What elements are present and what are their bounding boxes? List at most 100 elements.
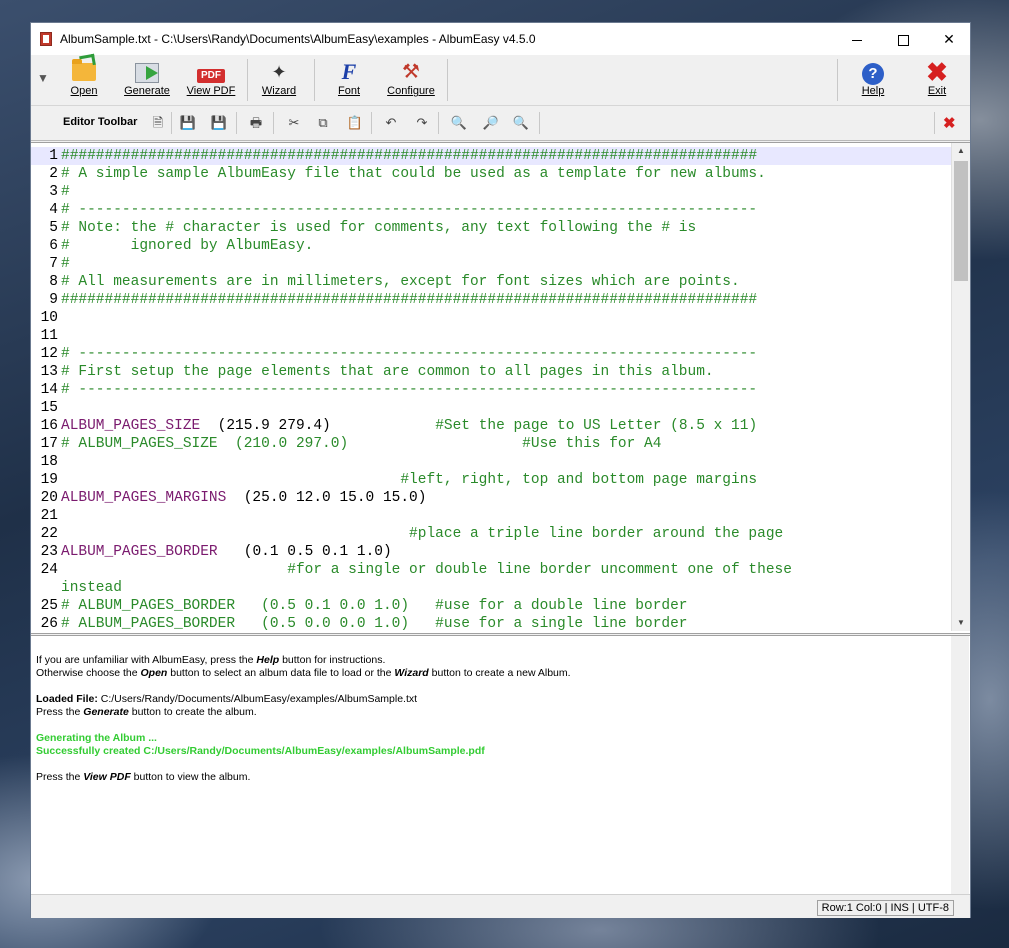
- redo-icon[interactable]: ↷: [413, 114, 431, 132]
- scrollbar-thumb[interactable]: [954, 161, 968, 281]
- title-bar: AlbumSample.txt - C:\Users\Randy\Documen…: [31, 23, 970, 55]
- code-line[interactable]: instead: [31, 579, 951, 597]
- minimize-button[interactable]: [834, 23, 880, 55]
- code-line[interactable]: 5 # Note: the # character is used for com…: [31, 219, 951, 237]
- comment-token: ########################################…: [61, 148, 758, 164]
- main-toolbar: ▼ Open Generate PDF View PDF ✦ Wizard F …: [31, 55, 970, 106]
- comment-token: # ALBUM_PAGES_BORDER (0.5 0.0 0.0 1.0) #…: [61, 616, 688, 631]
- code-line[interactable]: 3 #: [31, 183, 951, 201]
- line-number: 9: [49, 292, 58, 308]
- line-number: 1: [49, 148, 58, 164]
- code-line[interactable]: 21: [31, 507, 951, 525]
- print-icon[interactable]: 🖶: [247, 114, 265, 132]
- code-line[interactable]: 9 #######################################…: [31, 291, 951, 309]
- exit-button[interactable]: ✖ Exit: [915, 59, 959, 103]
- comment-token: # --------------------------------------…: [61, 382, 758, 398]
- code-line[interactable]: 20 ALBUM_PAGES_MARGINS (25.0 12.0 15.0 15…: [31, 489, 951, 507]
- code-line[interactable]: 12 # ------------------------------------…: [31, 345, 951, 363]
- magic-wand-icon: ✦: [271, 62, 287, 82]
- code-line[interactable]: 23 ALBUM_PAGES_BORDER (0.1 0.5 0.1 1.0): [31, 543, 951, 561]
- line-number: 17: [40, 436, 58, 452]
- open-button[interactable]: Open: [65, 59, 103, 103]
- scroll-up-icon[interactable]: ▲: [952, 143, 970, 159]
- comment-token: #: [61, 184, 70, 200]
- code-line[interactable]: 8 # All measurements are in millimeters, …: [31, 273, 951, 291]
- comment-token: #left, right, top and bottom page margin…: [61, 472, 758, 488]
- comment-token: #for a single or double line border unco…: [61, 562, 792, 578]
- comment-token: #place a triple line border around the p…: [61, 526, 784, 542]
- code-line[interactable]: 24 #for a single or double line border u…: [31, 561, 951, 579]
- editor-toolbar-separator: [371, 112, 372, 134]
- toolbar-separator: [247, 59, 248, 101]
- save-icon[interactable]: 💾: [179, 114, 197, 132]
- replace-icon[interactable]: 🔍: [512, 114, 530, 132]
- find-icon[interactable]: 🔍: [450, 114, 468, 132]
- editor-toolbar-separator: [934, 112, 935, 134]
- find-next-icon[interactable]: 🔎: [482, 114, 500, 132]
- editor-toolbar: Editor Toolbar 🗎 💾 💾 🖶 ✂ ⧉ 📋 ↶ ↷ 🔍 🔎 🔍 ✖: [31, 106, 970, 141]
- comment-token: # Note: the # character is used for comm…: [61, 220, 697, 236]
- font-button[interactable]: F Font: [331, 59, 367, 103]
- line-number: 22: [40, 526, 58, 542]
- code-line[interactable]: 15: [31, 399, 951, 417]
- line-number: 16: [40, 418, 58, 434]
- code-line[interactable]: 1 #######################################…: [31, 147, 951, 165]
- editor-toolbar-separator: [539, 112, 540, 134]
- code-line[interactable]: 18: [31, 453, 951, 471]
- code-line[interactable]: 4 # -------------------------------------…: [31, 201, 951, 219]
- editor-toolbar-label: Editor Toolbar: [63, 116, 138, 128]
- code-line[interactable]: 6 # ignored by AlbumEasy.: [31, 237, 951, 255]
- view-pdf-label: View PDF: [186, 85, 236, 97]
- copy-icon[interactable]: ⧉: [314, 114, 332, 132]
- save-as-icon[interactable]: 💾: [210, 114, 228, 132]
- maximize-button[interactable]: [880, 23, 926, 55]
- new-file-icon[interactable]: 🗎: [149, 114, 167, 132]
- wrench-icon: ⚒: [402, 61, 420, 83]
- configure-button[interactable]: ⚒ Configure: [381, 59, 441, 103]
- code-line[interactable]: 26 # ALBUM_PAGES_BORDER (0.5 0.0 0.0 1.0)…: [31, 615, 951, 631]
- line-number: 13: [40, 364, 58, 380]
- comment-token: # A simple sample AlbumEasy file that co…: [61, 166, 766, 182]
- line-number: 11: [40, 328, 58, 344]
- code-line[interactable]: 14 # ------------------------------------…: [31, 381, 951, 399]
- code-line[interactable]: 17 # ALBUM_PAGES_SIZE (210.0 297.0) #Use …: [31, 435, 951, 453]
- cut-icon[interactable]: ✂: [285, 114, 303, 132]
- view-pdf-button[interactable]: PDF View PDF: [184, 59, 238, 103]
- code-line[interactable]: 16 ALBUM_PAGES_SIZE (215.9 279.4) #Set th…: [31, 417, 951, 435]
- line-number: 3: [49, 184, 58, 200]
- code-editor[interactable]: 1 #######################################…: [31, 142, 970, 634]
- keyword-token: ALBUM_PAGES_SIZE: [61, 418, 201, 434]
- message-scrollbar[interactable]: [951, 636, 969, 894]
- close-editor-toolbar-icon[interactable]: ✖: [943, 114, 956, 132]
- wizard-button[interactable]: ✦ Wizard: [257, 59, 301, 103]
- generate-button[interactable]: Generate: [119, 59, 175, 103]
- scroll-down-icon[interactable]: ▼: [952, 615, 970, 631]
- code-line[interactable]: 2 # A simple sample AlbumEasy file that c…: [31, 165, 951, 183]
- pdf-icon: PDF: [197, 69, 225, 83]
- code-line[interactable]: 19 #left, right, top and bottom page mar…: [31, 471, 951, 489]
- comment-token: ########################################…: [61, 292, 758, 308]
- message-line-success: Successfully created C:/Users/Randy/Docu…: [36, 745, 485, 757]
- code-line[interactable]: 13 # First setup the page elements that a…: [31, 363, 951, 381]
- line-number: 18: [40, 454, 58, 470]
- code-line[interactable]: 25 # ALBUM_PAGES_BORDER (0.5 0.1 0.0 1.0)…: [31, 597, 951, 615]
- comment-token: # --------------------------------------…: [61, 346, 758, 362]
- message-line: Press the View PDF button to view the al…: [36, 771, 251, 783]
- code-line[interactable]: 11: [31, 327, 951, 345]
- code-line[interactable]: 10: [31, 309, 951, 327]
- editor-scrollbar[interactable]: ▲ ▼: [951, 143, 970, 631]
- font-label: Font: [337, 85, 360, 97]
- message-line: If you are unfamiliar with AlbumEasy, pr…: [36, 654, 386, 666]
- comment-token: # First setup the page elements that are…: [61, 364, 714, 380]
- paste-icon[interactable]: 📋: [346, 114, 364, 132]
- help-button[interactable]: ? Help: [853, 59, 893, 103]
- line-number: 19: [40, 472, 58, 488]
- code-area[interactable]: 1 #######################################…: [31, 147, 951, 631]
- code-line[interactable]: 7 #: [31, 255, 951, 273]
- arrow-down-icon[interactable]: ▼: [37, 71, 49, 85]
- comment-token: # ignored by AlbumEasy.: [61, 238, 314, 254]
- comment-token: # ALBUM_PAGES_BORDER (0.5 0.1 0.0 1.0) #…: [61, 598, 688, 614]
- close-button[interactable]: ✕: [926, 23, 972, 55]
- undo-icon[interactable]: ↶: [382, 114, 400, 132]
- code-line[interactable]: 22 #place a triple line border around th…: [31, 525, 951, 543]
